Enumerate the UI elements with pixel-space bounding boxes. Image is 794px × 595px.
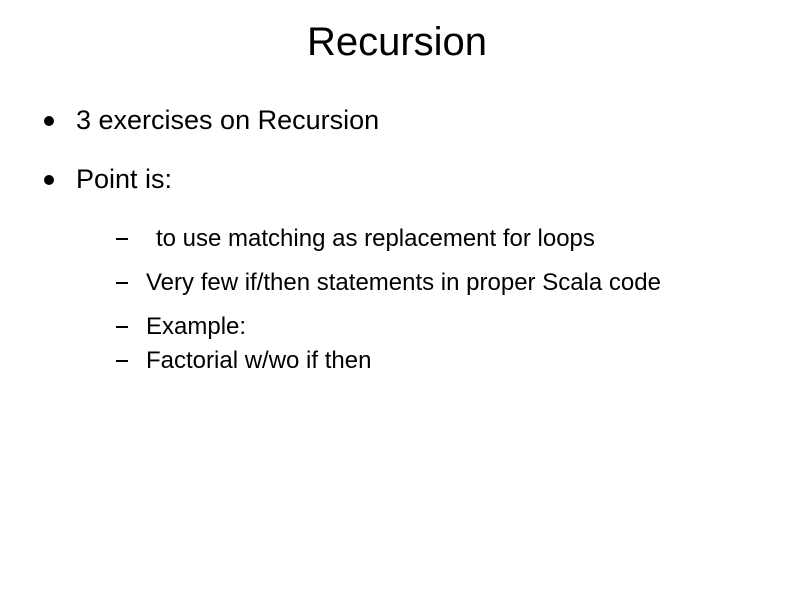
slide-title: Recursion [0,20,794,65]
bullet-item: 3 exercises on Recursion [40,105,794,136]
bullet-text: 3 exercises on Recursion [76,105,379,135]
slide-container: Recursion 3 exercises on Recursion Point… [0,0,794,595]
sub-bullet-item: Factorial w/wo if then [112,347,794,375]
sub-bullet-item: Example: [112,313,794,341]
sub-bullet-text: to use matching as replacement for loops [146,225,595,253]
sub-bullet-item: to use matching as replacement for loops [112,225,794,253]
sub-bullet-item: Very few if/then statements in proper Sc… [112,269,794,297]
sub-bullet-text: Very few if/then statements in proper Sc… [146,269,661,296]
main-bullet-list: 3 exercises on Recursion Point is: to us… [0,105,794,375]
sub-bullet-list: to use matching as replacement for loops… [76,225,794,375]
bullet-text: Point is: [76,164,172,194]
sub-bullet-text: Factorial w/wo if then [146,347,371,374]
sub-bullet-text: Example: [146,313,246,340]
bullet-item: Point is: to use matching as replacement… [40,164,794,375]
